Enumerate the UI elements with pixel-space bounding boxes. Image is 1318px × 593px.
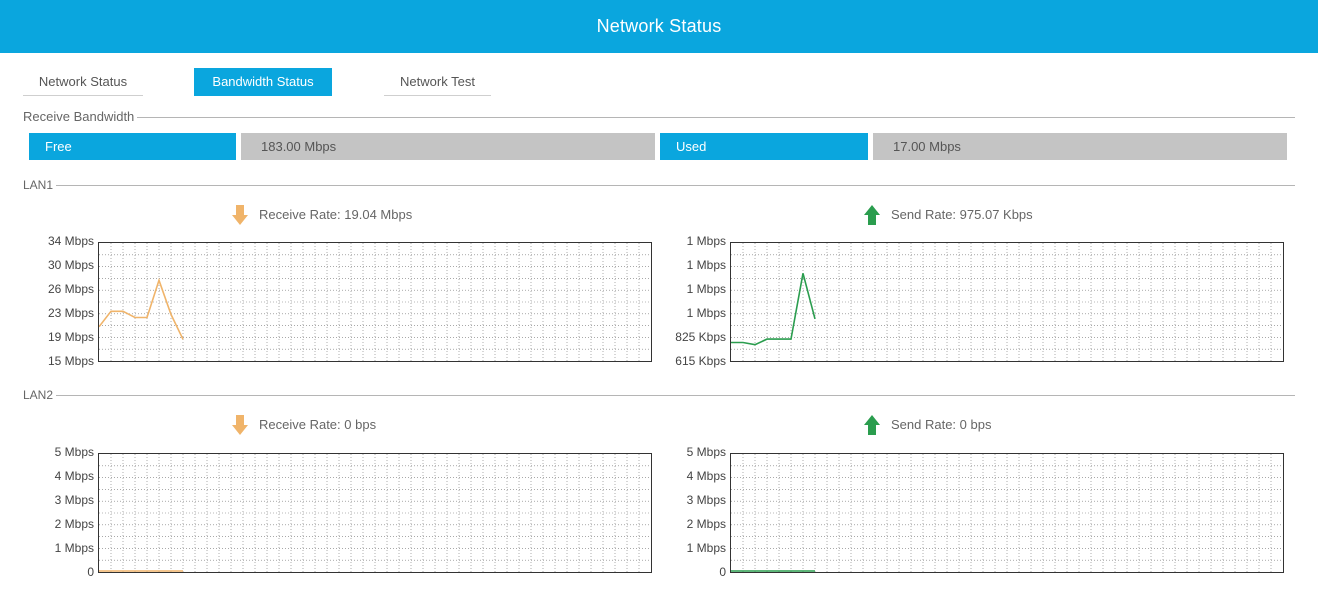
y-tick-label: 30 Mbps: [47, 258, 94, 272]
y-tick-label: 1 Mbps: [54, 541, 94, 555]
lan2-send-rate-text: Send Rate: 0 bps: [891, 417, 992, 432]
y-tick-label: 1 Mbps: [686, 541, 726, 555]
y-tick-label: 1 Mbps: [686, 234, 726, 248]
series-line: [731, 273, 816, 346]
lan1-divider: [23, 185, 1295, 186]
page-title: Network Status: [596, 16, 722, 36]
y-tick-label: 3 Mbps: [54, 493, 94, 507]
y-tick-label: 5 Mbps: [54, 445, 94, 459]
free-label: Free: [45, 139, 72, 154]
lan1-receive-rate-text: Receive Rate: 19.04 Mbps: [259, 207, 413, 222]
used-label: Used: [676, 139, 707, 154]
chart-svg: [731, 454, 1283, 572]
y-tick-label: 0: [719, 565, 726, 579]
free-label-box: Free: [29, 133, 236, 160]
lan1-receive-chart: 34 Mbps 30 Mbps 26 Mbps 23 Mbps 19 Mbps 15 Mb…: [0, 232, 660, 372]
y-tick-label: 4 Mbps: [54, 469, 94, 483]
y-tick-label: 615 Kbps: [675, 354, 726, 368]
lan1-send-rate-text: Send Rate: 975.07 Kbps: [891, 207, 1033, 222]
used-value: 17.00 Mbps: [893, 139, 961, 154]
plot-area: [730, 453, 1284, 573]
y-tick-label: 5 Mbps: [686, 445, 726, 459]
lan1-label: LAN1: [23, 178, 57, 192]
y-tick-label: 3 Mbps: [686, 493, 726, 507]
lan2-receive-chart: 5 Mbps 4 Mbps 3 Mbps 2 Mbps 1 Mbps 0: [0, 443, 660, 583]
up-arrow-icon: [861, 413, 883, 437]
series-line: [99, 277, 184, 340]
lan2-send-chart: 5 Mbps 4 Mbps 3 Mbps 2 Mbps 1 Mbps 0: [660, 443, 1318, 583]
down-arrow-icon: [229, 203, 251, 227]
y-tick-label: 2 Mbps: [54, 517, 94, 531]
chart-svg: [731, 243, 1283, 361]
tab-network-status[interactable]: Network Status: [23, 68, 143, 96]
y-tick-label: 34 Mbps: [47, 234, 94, 248]
lan2-receive-rate: Receive Rate: 0 bps: [229, 413, 489, 437]
plot-area: [98, 242, 652, 362]
used-value-box: 17.00 Mbps: [873, 133, 1287, 160]
lan2-receive-rate-text: Receive Rate: 0 bps: [259, 417, 377, 432]
y-tick-label: 1 Mbps: [686, 282, 726, 296]
free-value-box: 183.00 Mbps: [241, 133, 655, 160]
tab-network-test[interactable]: Network Test: [384, 68, 491, 96]
lan1-send-rate: Send Rate: 975.07 Kbps: [861, 203, 1121, 227]
up-arrow-icon: [861, 203, 883, 227]
chart-svg: [99, 243, 651, 361]
y-tick-label: 19 Mbps: [47, 330, 94, 344]
y-tick-label: 23 Mbps: [47, 306, 94, 320]
free-value: 183.00 Mbps: [261, 139, 337, 154]
lan2-send-rate: Send Rate: 0 bps: [861, 413, 1121, 437]
down-arrow-icon: [229, 413, 251, 437]
y-tick-label: 1 Mbps: [686, 306, 726, 320]
lan1-send-chart: 1 Mbps 1 Mbps 1 Mbps 1 Mbps 825 Kbps 615 Kbps: [660, 232, 1318, 372]
tab-bandwidth-status[interactable]: Bandwidth Status: [194, 68, 332, 96]
y-tick-label: 0: [87, 565, 94, 579]
y-tick-label: 26 Mbps: [47, 282, 94, 296]
lan1-receive-rate: Receive Rate: 19.04 Mbps: [229, 203, 489, 227]
receive-bandwidth-label: Receive Bandwidth: [23, 109, 138, 124]
y-tick-label: 4 Mbps: [686, 469, 726, 483]
lan2-divider: [23, 395, 1295, 396]
y-tick-label: 1 Mbps: [686, 258, 726, 272]
plot-area: [98, 453, 652, 573]
y-tick-label: 15 Mbps: [47, 354, 94, 368]
used-label-box: Used: [660, 133, 868, 160]
chart-svg: [99, 454, 651, 572]
y-tick-label: 825 Kbps: [675, 330, 726, 344]
section-divider: [23, 117, 1295, 118]
plot-area: [730, 242, 1284, 362]
lan2-label: LAN2: [23, 388, 57, 402]
page-header: Network Status: [0, 0, 1318, 53]
y-tick-label: 2 Mbps: [686, 517, 726, 531]
